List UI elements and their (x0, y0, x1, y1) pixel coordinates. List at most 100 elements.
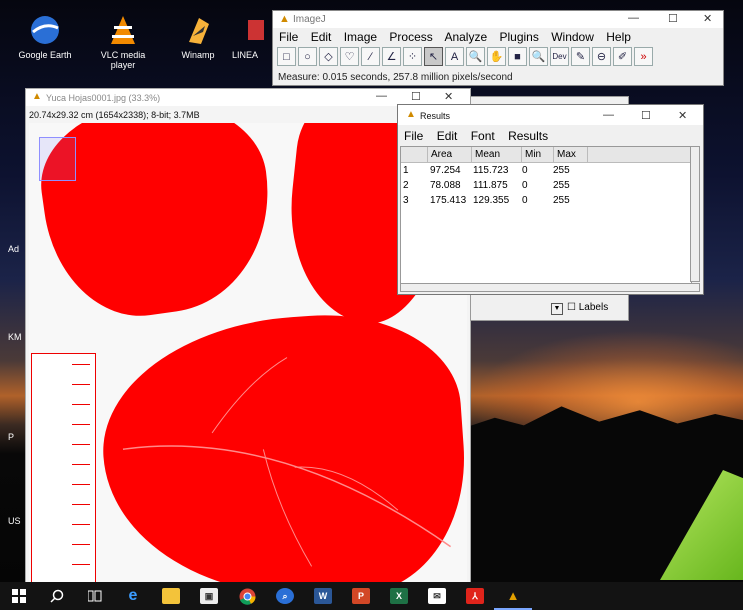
table-cell: 78.088 (430, 180, 461, 191)
desktop-edge-label: KM (8, 332, 22, 342)
edge-icon[interactable]: e (114, 582, 152, 610)
maximize-button[interactable]: ☐ (641, 109, 651, 122)
desktop-icon-label: VLC media player (100, 50, 146, 70)
desktop-icon-label: Google Earth (18, 50, 72, 60)
menu-plugins[interactable]: Plugins (500, 30, 539, 44)
chrome-icon[interactable] (228, 582, 266, 610)
minimize-button[interactable]: — (603, 109, 614, 121)
desktop-edge-label: Ad (8, 244, 20, 254)
imagej-menubar: File Edit Image Process Analyze Plugins … (279, 30, 640, 44)
scroll-tool-icon[interactable]: ✋ (487, 47, 506, 66)
polygon-tool-icon[interactable]: ◇ (319, 47, 338, 66)
menu-edit[interactable]: Edit (311, 30, 332, 44)
vertical-scrollbar[interactable] (690, 146, 700, 282)
pdf-icon[interactable]: ⅄ (456, 582, 494, 610)
results-menu-results[interactable]: Results (508, 129, 548, 143)
desktop-edge-label: US (8, 516, 21, 526)
table-cell: 255 (553, 195, 570, 206)
menu-image[interactable]: Image (344, 30, 377, 44)
table-cell: 0 (522, 180, 528, 191)
word-icon[interactable]: W (304, 582, 342, 610)
line-tool-icon[interactable]: ∕ (361, 47, 380, 66)
selection-rectangle[interactable] (39, 137, 76, 181)
results-menu-edit[interactable]: Edit (437, 129, 458, 143)
imagej-status-bar: Measure: 0.015 seconds, 257.8 million pi… (278, 72, 513, 83)
desktop-icon-linea[interactable]: LINEA (232, 14, 272, 60)
table-cell: 97.254 (430, 165, 461, 176)
rectangle-tool-icon[interactable]: □ (277, 47, 296, 66)
imagej-titlebar[interactable]: ▲ ImageJ — ☐ ✕ (273, 11, 723, 28)
shortcut-icon (246, 14, 266, 46)
results-title: Results (420, 111, 451, 121)
table-row[interactable]: 2 78.088 111.875 0 255 (401, 178, 691, 193)
magnifier-tool-icon[interactable]: 🔍 (466, 47, 485, 66)
column-header[interactable]: Area (428, 147, 472, 162)
table-cell: 129.355 (473, 195, 510, 206)
excel-icon[interactable]: X (380, 582, 418, 610)
desktop-icon-vlc[interactable]: VLC media player (88, 14, 158, 70)
image-info: 20.74x29.32 cm (1654x2338); 8-bit; 3.7MB (29, 110, 200, 120)
labels-checkbox[interactable]: ▼ ☐ Labels (551, 302, 608, 315)
table-cell: 0 (522, 195, 528, 206)
image-window-title: Yuca Hojas0001.jpg (33.3%) (46, 93, 161, 103)
task-view-icon[interactable] (76, 582, 114, 610)
maximize-button[interactable]: ☐ (668, 12, 678, 25)
results-menubar: File Edit Font Results (404, 129, 558, 143)
desktop-edge-label: P (8, 432, 15, 442)
desktop-icon-winamp[interactable]: Winamp (163, 14, 233, 60)
desktop-icon-label: LINEA (232, 50, 259, 60)
results-menu-file[interactable]: File (404, 129, 423, 143)
dropdown-arrow-icon: ▼ (551, 303, 563, 315)
labels-checkbox-label: Labels (578, 302, 609, 313)
close-button[interactable]: ✕ (444, 90, 453, 103)
results-table: Area Mean Min Max 1 97.254 115.723 0 255… (400, 146, 692, 284)
close-button[interactable]: ✕ (703, 12, 712, 25)
point-tool-icon[interactable]: ⁘ (403, 47, 422, 66)
wand-tool-icon[interactable]: ↖ (424, 47, 443, 66)
menu-process[interactable]: Process (389, 30, 432, 44)
minimize-button[interactable]: — (628, 12, 639, 24)
search-icon[interactable] (38, 582, 76, 610)
windows-start-icon[interactable] (0, 582, 38, 610)
imagej-toolbar: □ ○ ◇ ♡ ∕ ∠ ⁘ ↖ A 🔍 ✋ ■ 🔍 Dev ✎ ⊖ ✐ » (277, 47, 653, 69)
column-header[interactable]: Mean (472, 147, 522, 162)
freehand-tool-icon[interactable]: ♡ (340, 47, 359, 66)
angle-tool-icon[interactable]: ∠ (382, 47, 401, 66)
pencil-tool-icon[interactable]: ✎ (571, 47, 590, 66)
results-titlebar[interactable]: ▲ Results — ☐ ✕ (398, 105, 703, 125)
menu-window[interactable]: Window (551, 30, 594, 44)
column-header[interactable]: Max (554, 147, 588, 162)
menu-analyze[interactable]: Analyze (444, 30, 487, 44)
zoom-icon[interactable]: 🔍 (529, 47, 548, 66)
file-explorer-icon[interactable] (152, 582, 190, 610)
imagej-icon[interactable]: ▲ (494, 582, 532, 610)
column-header[interactable] (401, 147, 428, 162)
table-cell: 255 (553, 180, 570, 191)
menu-help[interactable]: Help (606, 30, 631, 44)
table-row[interactable]: 3 175.413 129.355 0 255 (401, 193, 691, 208)
imagej-icon: ▲ (406, 109, 416, 120)
close-button[interactable]: ✕ (678, 109, 687, 122)
maximize-button[interactable]: ☐ (411, 90, 421, 103)
table-cell: 255 (553, 165, 570, 176)
horizontal-scrollbar[interactable] (400, 283, 700, 292)
dev-tool-icon[interactable]: Dev (550, 47, 569, 66)
desktop-icon-label: Winamp (181, 50, 215, 60)
minimize-button[interactable]: — (376, 90, 387, 102)
text-tool-icon[interactable]: A (445, 47, 464, 66)
powerpoint-icon[interactable]: P (342, 582, 380, 610)
mail-icon[interactable]: ✉ (418, 582, 456, 610)
desktop-icon-google-earth[interactable]: Google Earth (10, 14, 80, 60)
pen-tool-icon[interactable]: ✐ (613, 47, 632, 66)
brush-tool-icon[interactable]: ⊖ (592, 47, 611, 66)
oval-tool-icon[interactable]: ○ (298, 47, 317, 66)
table-row[interactable]: 1 97.254 115.723 0 255 (401, 163, 691, 178)
taskbar: e ▣ ⌕ W P X ✉ ⅄ ▲ (0, 582, 743, 610)
color-picker-icon[interactable]: ■ (508, 47, 527, 66)
results-menu-font[interactable]: Font (471, 129, 495, 143)
store-icon[interactable]: ▣ (190, 582, 228, 610)
menu-file[interactable]: File (279, 30, 298, 44)
column-header[interactable]: Min (522, 147, 554, 162)
zoom-search-icon[interactable]: ⌕ (266, 582, 304, 610)
more-tools-icon[interactable]: » (634, 47, 653, 66)
